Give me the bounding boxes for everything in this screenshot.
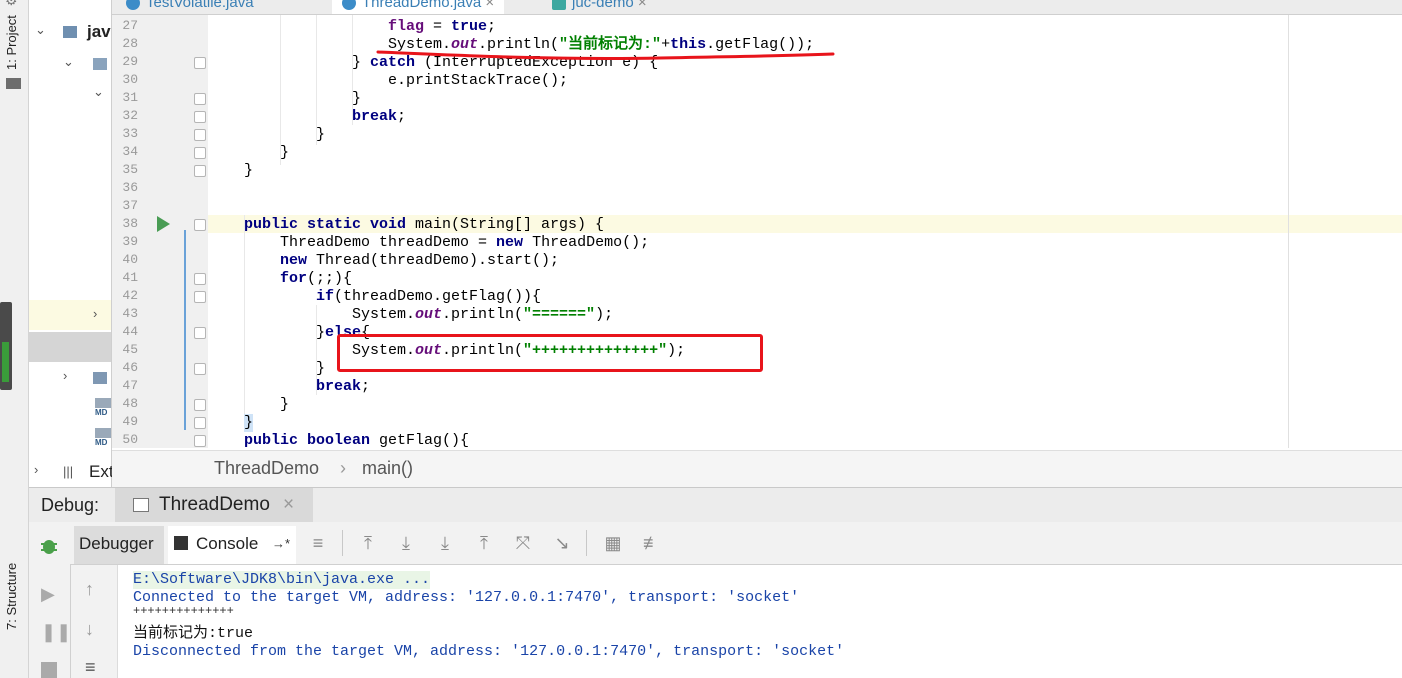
breadcrumb-class[interactable]: ThreadDemo [214, 458, 319, 479]
step-out-icon[interactable]: ⤒ [470, 522, 498, 564]
run-to-cursor-icon[interactable]: ↘ [548, 522, 576, 564]
debug-tool-window-header: Debug: ThreadDemo × [29, 487, 1402, 523]
stop-icon[interactable] [41, 662, 57, 678]
arrow-up-icon[interactable]: ↑ [85, 579, 94, 600]
evaluate-expression-icon[interactable]: ▦ [599, 522, 627, 564]
step-into-icon[interactable]: ⤓ [431, 522, 459, 564]
console-output[interactable]: E:\Software\JDK8\bin\java.exe ... Connec… [118, 565, 1402, 678]
console-line-flag: 当前标记为:true [133, 625, 254, 642]
console-line-plus: ++++++++++++++ [133, 604, 234, 618]
annotation-box-else-branch [337, 334, 763, 372]
breadcrumb-separator: › [340, 458, 346, 478]
drop-frame-icon[interactable]: ⤧ [509, 522, 537, 564]
show-execution-point-icon[interactable]: ⤒ [354, 522, 382, 564]
console-side-toolbar: ↑ ↓ ≡ [71, 565, 118, 678]
tab-debugger[interactable]: Debugger [74, 526, 164, 564]
trace-icon[interactable]: ≢ [638, 522, 666, 564]
menu-icon[interactable]: ≡ [304, 522, 332, 564]
breadcrumb: ThreadDemo › main() [112, 450, 1402, 487]
debug-bug-icon[interactable] [39, 536, 59, 556]
tab-console[interactable]: Console →* [168, 526, 296, 564]
pause-icon[interactable]: ❚❚ [41, 622, 71, 643]
soft-wrap-icon[interactable]: ≡ [85, 657, 96, 678]
debug-label: Debug: [41, 495, 100, 515]
close-icon[interactable]: × [283, 494, 294, 516]
console-line-command[interactable]: E:\Software\JDK8\bin\java.exe ... [133, 571, 431, 589]
console-icon [174, 536, 188, 550]
pin-icon[interactable]: →* [272, 536, 290, 551]
debug-toolbar: Debugger Console →* ≡ ⤒ ⤓ ⤓ ⤒ ⤧ ↘ ▦ ≢ [70, 522, 1402, 565]
arrow-down-icon[interactable]: ↓ [85, 619, 94, 640]
debug-side-toolbar: ▶ ❚❚ [29, 522, 71, 678]
window-icon [133, 498, 149, 512]
debug-session-tab[interactable]: ThreadDemo × [115, 488, 313, 522]
breadcrumb-method[interactable]: main() [362, 458, 413, 479]
step-over-icon[interactable]: ⤓ [392, 522, 420, 564]
console-line-disconnected: Disconnected from the target VM, address… [133, 643, 845, 660]
resume-icon[interactable]: ▶ [41, 584, 55, 605]
